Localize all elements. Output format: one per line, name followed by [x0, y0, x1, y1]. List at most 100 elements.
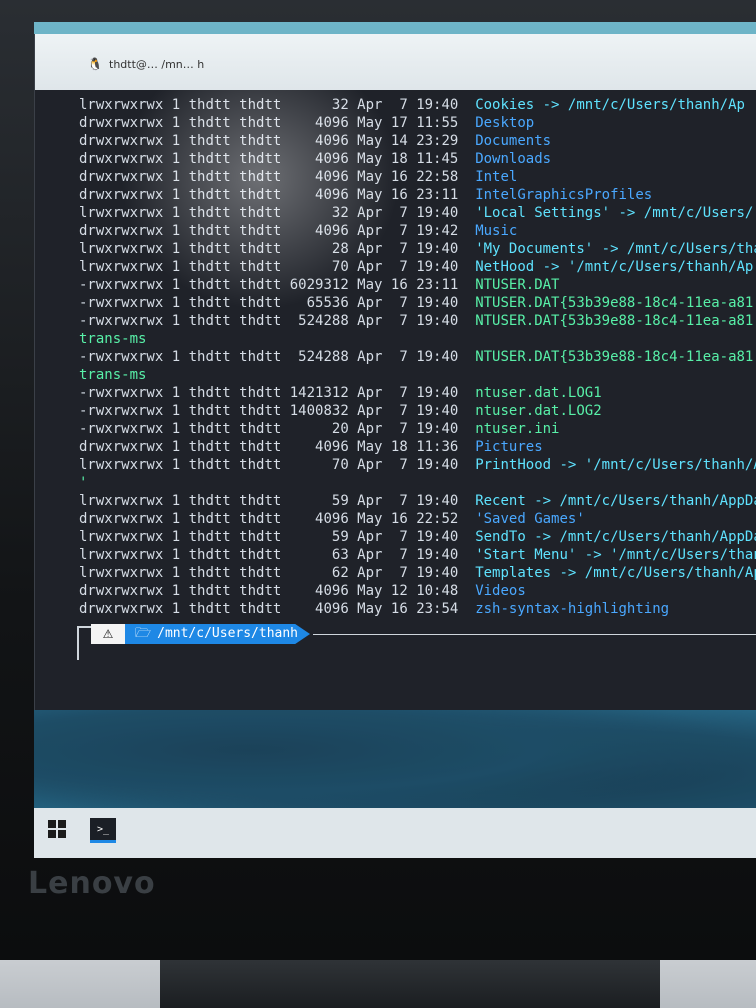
- listing-row: drwxrwxrwx 1 thdtt thdtt 4096 May 16 23:…: [79, 600, 669, 618]
- window-titlebar[interactable]: 🐧 thdtt@… /mn… h: [35, 34, 756, 90]
- file-size: 4096: [281, 511, 349, 527]
- file-size: 62: [281, 565, 349, 581]
- listing-row: lrwxrwxrwx 1 thdtt thdtt 32 Apr 7 19:40 …: [79, 96, 745, 114]
- listing-row: drwxrwxrwx 1 thdtt thdtt 4096 May 17 11:…: [79, 114, 534, 132]
- group: thdtt: [230, 349, 282, 365]
- entry-name[interactable]: PrintHood -> '/mnt/c/Users/thanh/A: [475, 457, 756, 473]
- time: 19:40: [407, 385, 459, 401]
- link-count: 1: [163, 565, 181, 581]
- time: 19:40: [407, 295, 459, 311]
- entry-name[interactable]: ntuser.ini: [475, 421, 559, 437]
- file-size: 32: [281, 97, 349, 113]
- windows-start-icon[interactable]: [48, 820, 66, 838]
- entry-name[interactable]: NTUSER.DAT{53b39e88-18c4-11ea-a81: [475, 313, 753, 329]
- month: May: [348, 151, 383, 167]
- time: 23:11: [407, 187, 459, 203]
- owner: thdtt: [180, 385, 231, 401]
- file-size: 65536: [281, 295, 349, 311]
- group: thdtt: [230, 493, 282, 509]
- listing-row: lrwxrwxrwx 1 thdtt thdtt 62 Apr 7 19:40 …: [79, 564, 756, 582]
- month: Apr: [348, 403, 383, 419]
- entry-name[interactable]: ntuser.dat.LOG2: [475, 403, 601, 419]
- entry-name[interactable]: zsh-syntax-highlighting: [475, 601, 669, 617]
- entry-name[interactable]: NTUSER.DAT: [475, 277, 559, 293]
- file-size: 70: [281, 259, 349, 275]
- listing-row: lrwxrwxrwx 1 thdtt thdtt 70 Apr 7 19:40 …: [79, 456, 756, 474]
- time: 10:48: [407, 583, 459, 599]
- group: thdtt: [230, 583, 282, 599]
- entry-name[interactable]: NetHood -> '/mnt/c/Users/thanh/Ap: [475, 259, 753, 275]
- entry-name[interactable]: Music: [475, 223, 517, 239]
- entry-name[interactable]: Videos: [475, 583, 526, 599]
- entry-name[interactable]: 'Local Settings' -> /mnt/c/Users/: [475, 205, 753, 221]
- entry-name[interactable]: 'My Documents' -> /mnt/c/Users/tha: [475, 241, 756, 257]
- link-count: 1: [163, 403, 181, 419]
- entry-name[interactable]: Documents: [475, 133, 551, 149]
- month: Apr: [348, 97, 383, 113]
- group: thdtt: [230, 97, 282, 113]
- entry-name[interactable]: NTUSER.DAT{53b39e88-18c4-11ea-a81: [475, 295, 753, 311]
- listing-row: drwxrwxrwx 1 thdtt thdtt 4096 May 16 22:…: [79, 510, 585, 528]
- tab-terminal[interactable]: 🐧 thdtt@… /mn… h: [87, 50, 317, 78]
- file-size: 32: [281, 205, 349, 221]
- entry-name[interactable]: IntelGraphicsProfiles: [475, 187, 652, 203]
- windows-taskbar[interactable]: >_: [34, 808, 756, 858]
- listing-row: -rwxrwxrwx 1 thdtt thdtt 1421312 Apr 7 1…: [79, 384, 602, 402]
- terminal-window[interactable]: 🐧 thdtt@… /mn… h lrwxrwxrwx 1 thdtt thdt…: [34, 34, 756, 710]
- link-count: 1: [163, 133, 181, 149]
- day: 7: [382, 403, 408, 419]
- group: thdtt: [230, 529, 282, 545]
- time: 23:11: [407, 277, 459, 293]
- link-count: 1: [163, 493, 181, 509]
- entry-name[interactable]: NTUSER.DAT{53b39e88-18c4-11ea-a81: [475, 349, 753, 365]
- time: 19:40: [407, 241, 459, 257]
- time: 23:54: [407, 601, 459, 617]
- permissions: lrwxrwxrwx: [79, 565, 164, 581]
- day: 14: [382, 133, 408, 149]
- time: 19:40: [407, 403, 459, 419]
- entry-name[interactable]: SendTo -> /mnt/c/Users/thanh/AppDa: [475, 529, 756, 545]
- day: 7: [382, 97, 408, 113]
- laptop-hinge-gap: [160, 960, 660, 1008]
- owner: thdtt: [180, 493, 231, 509]
- month: Apr: [348, 313, 383, 329]
- entry-name[interactable]: Desktop: [475, 115, 534, 131]
- prompt-line[interactable]: ⚠ 🗁 /mnt/c/Users/thanh: [77, 624, 756, 660]
- terminal-output[interactable]: lrwxrwxrwx 1 thdtt thdtt 32 Apr 7 19:40 …: [35, 90, 756, 710]
- month: May: [348, 439, 383, 455]
- permissions: drwxrwxrwx: [79, 583, 164, 599]
- entry-name[interactable]: Cookies -> /mnt/c/Users/thanh/Ap: [475, 97, 745, 113]
- month: May: [348, 601, 383, 617]
- listing-row: -rwxrwxrwx 1 thdtt thdtt 1400832 Apr 7 1…: [79, 402, 602, 420]
- entry-name[interactable]: ntuser.dat.LOG1: [475, 385, 601, 401]
- lenovo-logo: Lenovo: [28, 866, 156, 901]
- group: thdtt: [230, 187, 282, 203]
- link-count: 1: [163, 205, 181, 221]
- month: Apr: [348, 295, 383, 311]
- entry-name[interactable]: Intel: [475, 169, 517, 185]
- owner: thdtt: [180, 169, 231, 185]
- file-size: 20: [281, 421, 349, 437]
- entry-name[interactable]: Pictures: [475, 439, 542, 455]
- owner: thdtt: [180, 583, 231, 599]
- day: 18: [382, 439, 408, 455]
- month: Apr: [348, 421, 383, 437]
- permissions: drwxrwxrwx: [79, 133, 164, 149]
- permissions: -rwxrwxrwx: [79, 349, 164, 365]
- wallpaper-trees: [34, 702, 756, 822]
- permissions: -rwxrwxrwx: [79, 313, 164, 329]
- terminal-wrap-line: trans-ms: [79, 366, 146, 384]
- permissions: drwxrwxrwx: [79, 223, 164, 239]
- entry-name[interactable]: 'Start Menu' -> '/mnt/c/Users/thanh/: [475, 547, 756, 563]
- terminal-icon[interactable]: >_: [90, 818, 116, 843]
- owner: thdtt: [180, 115, 231, 131]
- entry-name[interactable]: Downloads: [475, 151, 551, 167]
- entry-name[interactable]: Recent -> /mnt/c/Users/thanh/AppDa: [475, 493, 756, 509]
- group: thdtt: [230, 601, 282, 617]
- permissions: lrwxrwxrwx: [79, 529, 164, 545]
- entry-name[interactable]: Templates -> /mnt/c/Users/thanh/App: [475, 565, 756, 581]
- entry-name[interactable]: 'Saved Games': [475, 511, 585, 527]
- link-count: 1: [163, 97, 181, 113]
- month: Apr: [348, 241, 383, 257]
- file-size: 70: [281, 457, 349, 473]
